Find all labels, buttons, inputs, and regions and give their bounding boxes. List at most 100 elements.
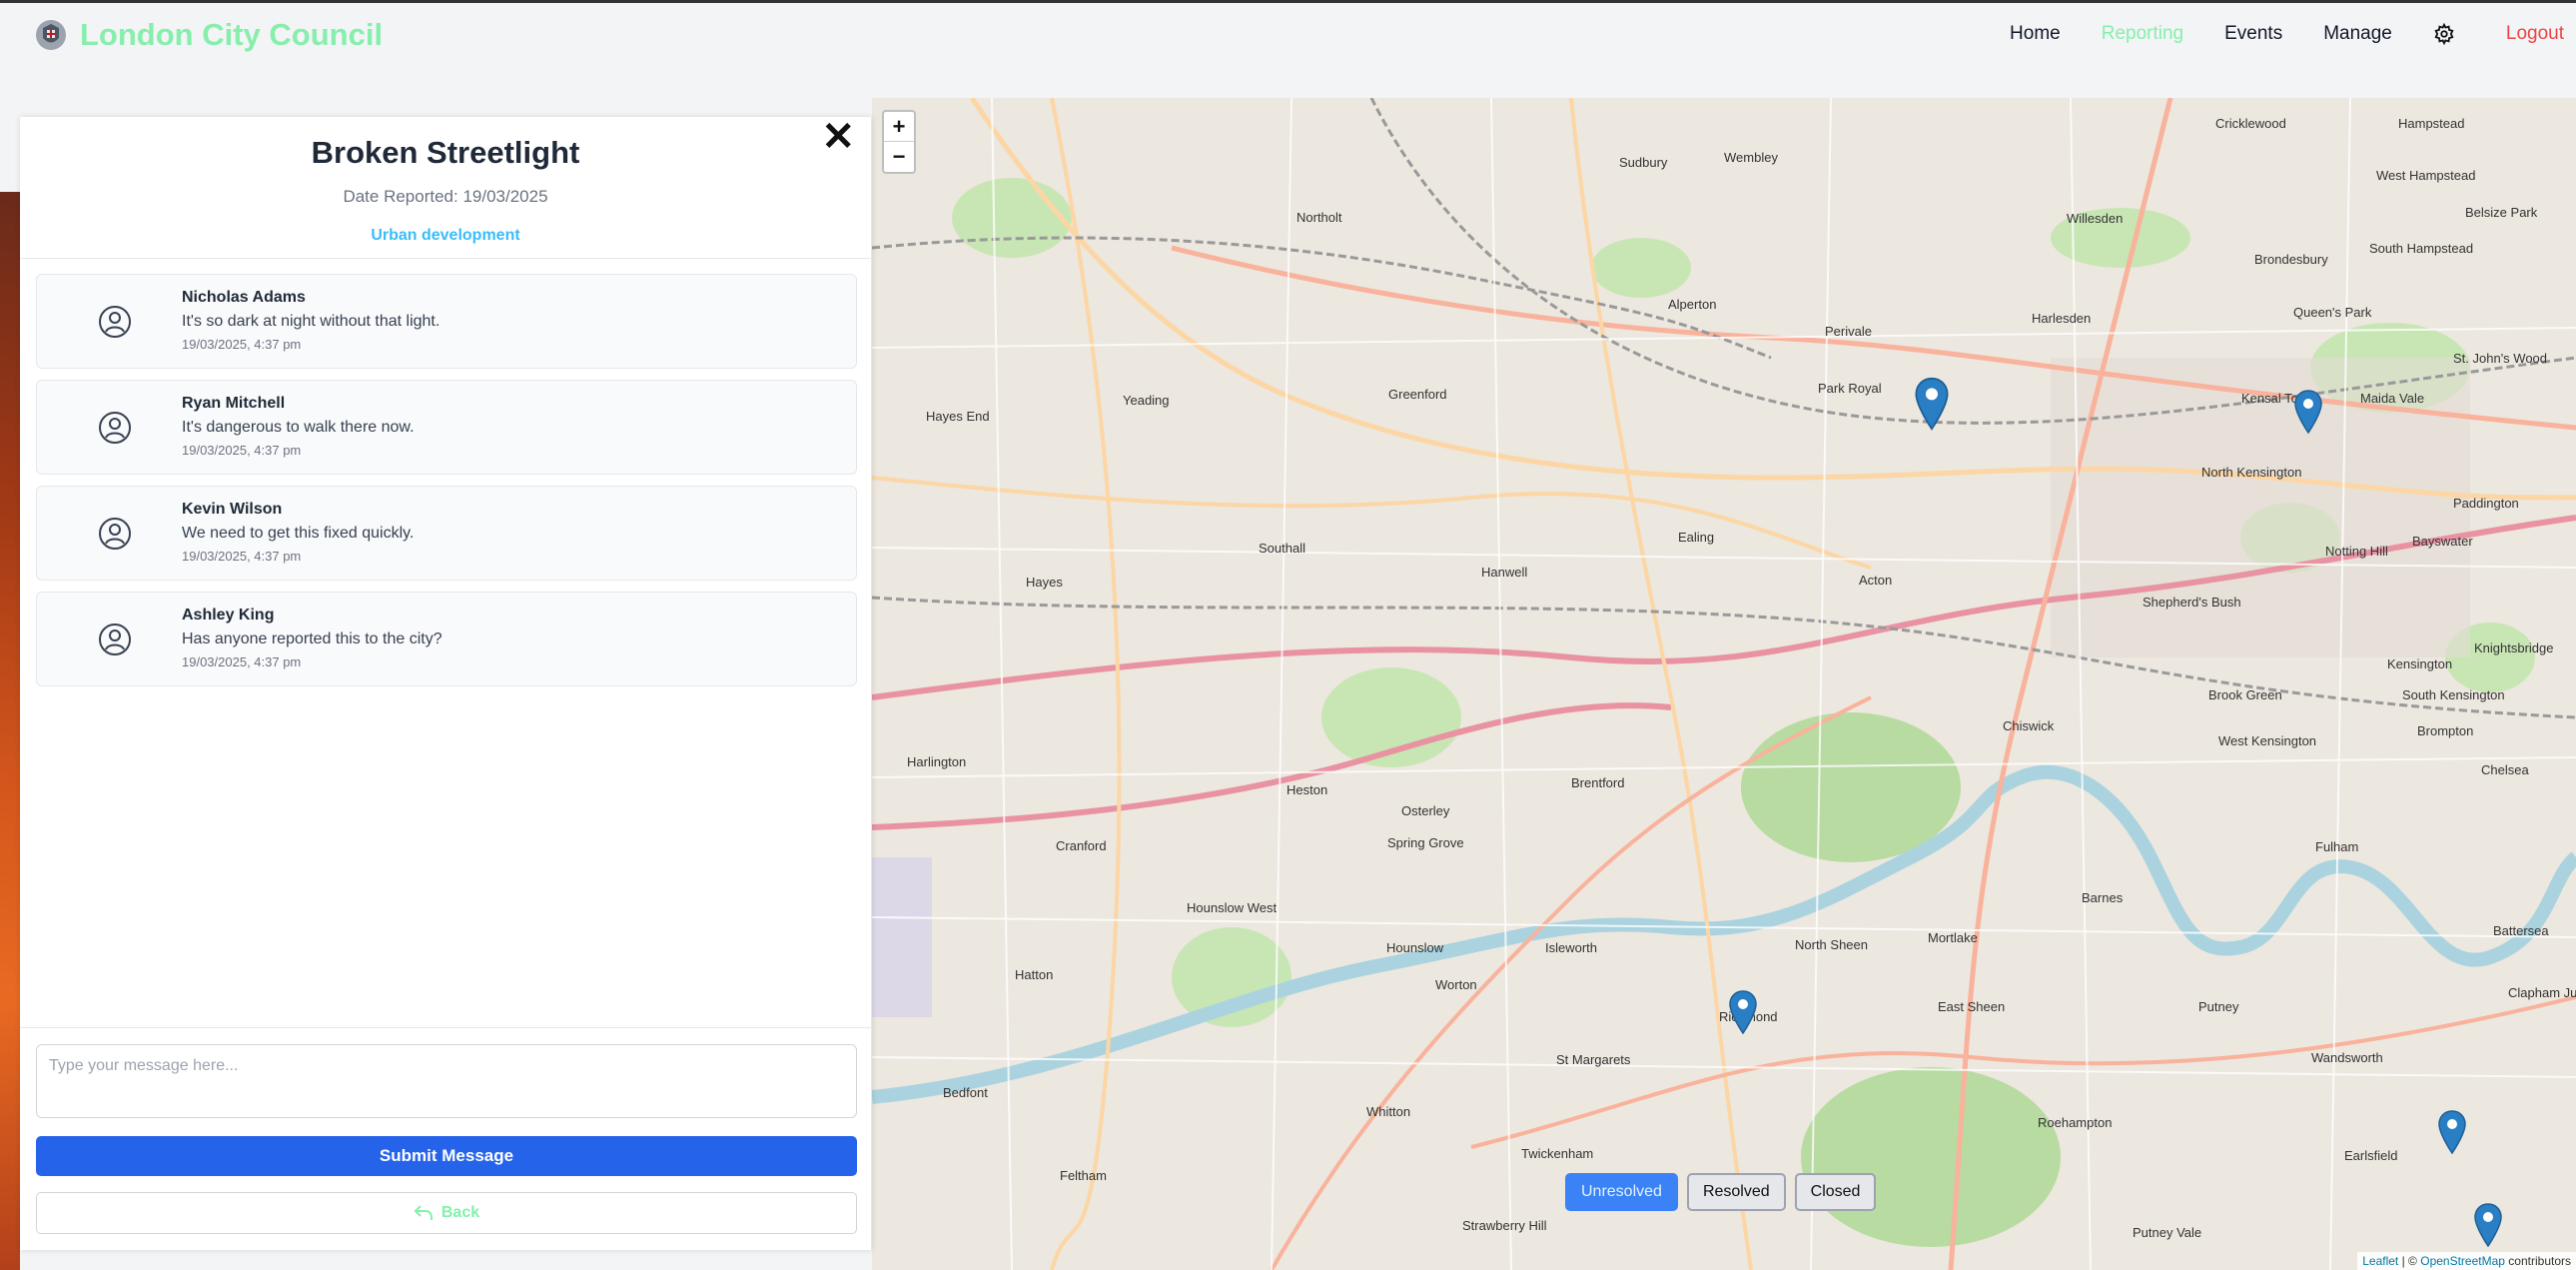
place-label: Sudbury xyxy=(1619,155,1668,170)
report-marker-icon[interactable] xyxy=(1914,376,1950,432)
message-composer: Submit Message Back xyxy=(20,1027,872,1250)
place-label: Bayswater xyxy=(2412,534,2473,549)
place-label: West Kensington xyxy=(2218,733,2317,748)
leaflet-link[interactable]: Leaflet xyxy=(2362,1254,2398,1268)
place-label: Yeading xyxy=(1123,393,1170,408)
attribution-suffix: contributors xyxy=(2508,1254,2571,1268)
comment-timestamp: 19/03/2025, 4:37 pm xyxy=(182,337,302,352)
osm-link[interactable]: OpenStreetMap xyxy=(2420,1254,2505,1268)
comment-timestamp: 19/03/2025, 4:37 pm xyxy=(182,443,302,458)
place-label: Whitton xyxy=(1366,1104,1411,1119)
place-label: Worton xyxy=(1435,977,1477,992)
place-label: St Margarets xyxy=(1556,1052,1631,1067)
place-label: Hatton xyxy=(1015,967,1054,982)
close-panel-icon[interactable]: ✕ xyxy=(821,117,855,157)
place-label: Perivale xyxy=(1825,324,1872,339)
settings-gear-icon[interactable] xyxy=(2433,23,2455,45)
zoom-control: + − xyxy=(882,110,916,174)
place-label: Putney xyxy=(2198,999,2239,1014)
nav-events[interactable]: Events xyxy=(2224,23,2282,45)
comment-author: Kevin Wilson xyxy=(182,501,283,518)
place-label: Fulham xyxy=(2315,839,2359,854)
report-marker-icon[interactable] xyxy=(2437,1110,2467,1154)
main-nav: Home Reporting Events Manage Logout xyxy=(2010,23,2576,45)
filter-unresolved-button[interactable]: Unresolved xyxy=(1565,1173,1678,1211)
nav-manage[interactable]: Manage xyxy=(2323,23,2392,45)
user-avatar-icon xyxy=(99,412,131,444)
place-label: Cricklewood xyxy=(2215,116,2286,131)
user-avatar-icon xyxy=(99,306,131,338)
place-label: Paddington xyxy=(2453,496,2519,511)
background-image xyxy=(0,192,20,1270)
place-label: Osterley xyxy=(1401,803,1450,818)
place-label: Brentford xyxy=(1571,775,1625,790)
brand-title: London City Council xyxy=(80,17,384,52)
place-label: Spring Grove xyxy=(1387,835,1464,850)
report-marker-icon[interactable] xyxy=(2293,390,2323,434)
user-avatar-icon xyxy=(99,624,131,655)
place-label: Heston xyxy=(1287,782,1328,797)
place-label: Northolt xyxy=(1296,210,1342,225)
place-label: Greenford xyxy=(1388,387,1447,402)
place-label: Acton xyxy=(1859,573,1893,588)
nav-reporting[interactable]: Reporting xyxy=(2102,23,2183,45)
filter-resolved-button[interactable]: Resolved xyxy=(1686,1173,1786,1211)
place-label: Clapham Junction xyxy=(2508,985,2576,1000)
brand[interactable]: London City Council xyxy=(34,17,383,53)
place-label: Queen's Park xyxy=(2293,305,2372,320)
background-gap xyxy=(0,98,20,192)
zoom-in-button[interactable]: + xyxy=(884,112,914,142)
user-avatar-icon xyxy=(99,518,131,550)
map-attribution: Leaflet | © OpenStreetMap contributors xyxy=(2357,1252,2576,1270)
place-label: North Sheen xyxy=(1795,937,1868,952)
comment-text: It's so dark at night without that light… xyxy=(182,313,440,330)
attribution-separator: | © xyxy=(2401,1254,2417,1268)
place-label: Brondesbury xyxy=(2254,252,2328,267)
report-category[interactable]: Urban development xyxy=(20,227,871,245)
comment-author: Nicholas Adams xyxy=(182,289,306,306)
place-label: Putney Vale xyxy=(2133,1225,2202,1240)
council-crest-icon xyxy=(36,20,66,50)
place-label: Chelsea xyxy=(2481,762,2529,777)
place-label: Wembley xyxy=(1724,150,1778,165)
place-label: Hayes xyxy=(1026,575,1063,590)
place-label: Battersea xyxy=(2493,923,2549,938)
navbar: London City Council Home Reporting Event… xyxy=(0,3,2576,98)
comment-text: Has anyone reported this to the city? xyxy=(182,631,442,647)
place-label: Isleworth xyxy=(1545,940,1598,955)
place-label: Hounslow West xyxy=(1187,900,1278,915)
comment-text: It's dangerous to walk there now. xyxy=(182,419,415,436)
report-date: Date Reported: 19/03/2025 xyxy=(343,187,548,206)
place-label: Hanwell xyxy=(1481,565,1528,580)
report-title: Broken Streetlight xyxy=(311,135,580,170)
message-input[interactable] xyxy=(36,1044,857,1118)
place-label: Hampstead xyxy=(2398,116,2465,131)
logout-link[interactable]: Logout xyxy=(2506,23,2564,45)
place-label: South Kensington xyxy=(2402,687,2505,702)
place-label: Maida Vale xyxy=(2360,391,2425,406)
nav-home[interactable]: Home xyxy=(2010,23,2061,45)
place-label: South Hampstead xyxy=(2369,241,2474,256)
comment-list: Nicholas Adams It's so dark at night wit… xyxy=(36,274,857,697)
place-label: Mortlake xyxy=(1928,930,1978,945)
place-label: Belsize Park xyxy=(2465,205,2538,220)
place-label: Notting Hill xyxy=(2325,544,2388,559)
place-label: Harlington xyxy=(907,754,967,769)
place-label: Willesden xyxy=(2067,211,2124,226)
submit-message-button[interactable]: Submit Message xyxy=(36,1136,857,1176)
report-marker-icon[interactable] xyxy=(2473,1203,2503,1247)
place-label: Twickenham xyxy=(1521,1146,1594,1161)
back-label: Back xyxy=(440,1204,480,1221)
comment-item: Ryan Mitchell It's dangerous to walk the… xyxy=(36,380,857,475)
map[interactable]: + − Cricklewood Hampstead West Hampstead… xyxy=(872,98,2576,1270)
report-marker-icon[interactable] xyxy=(1728,990,1758,1034)
place-label: Barnes xyxy=(2082,890,2124,905)
zoom-out-button[interactable]: − xyxy=(884,142,914,172)
comment-item: Kevin Wilson We need to get this fixed q… xyxy=(36,486,857,581)
filter-closed-button[interactable]: Closed xyxy=(1794,1173,1877,1211)
place-label: Strawberry Hill xyxy=(1462,1218,1547,1233)
report-header: Broken Streetlight Date Reported: 19/03/… xyxy=(20,117,871,259)
comment-timestamp: 19/03/2025, 4:37 pm xyxy=(182,654,302,669)
place-label: Chiswick xyxy=(2003,718,2055,733)
back-button[interactable]: Back xyxy=(36,1192,857,1234)
